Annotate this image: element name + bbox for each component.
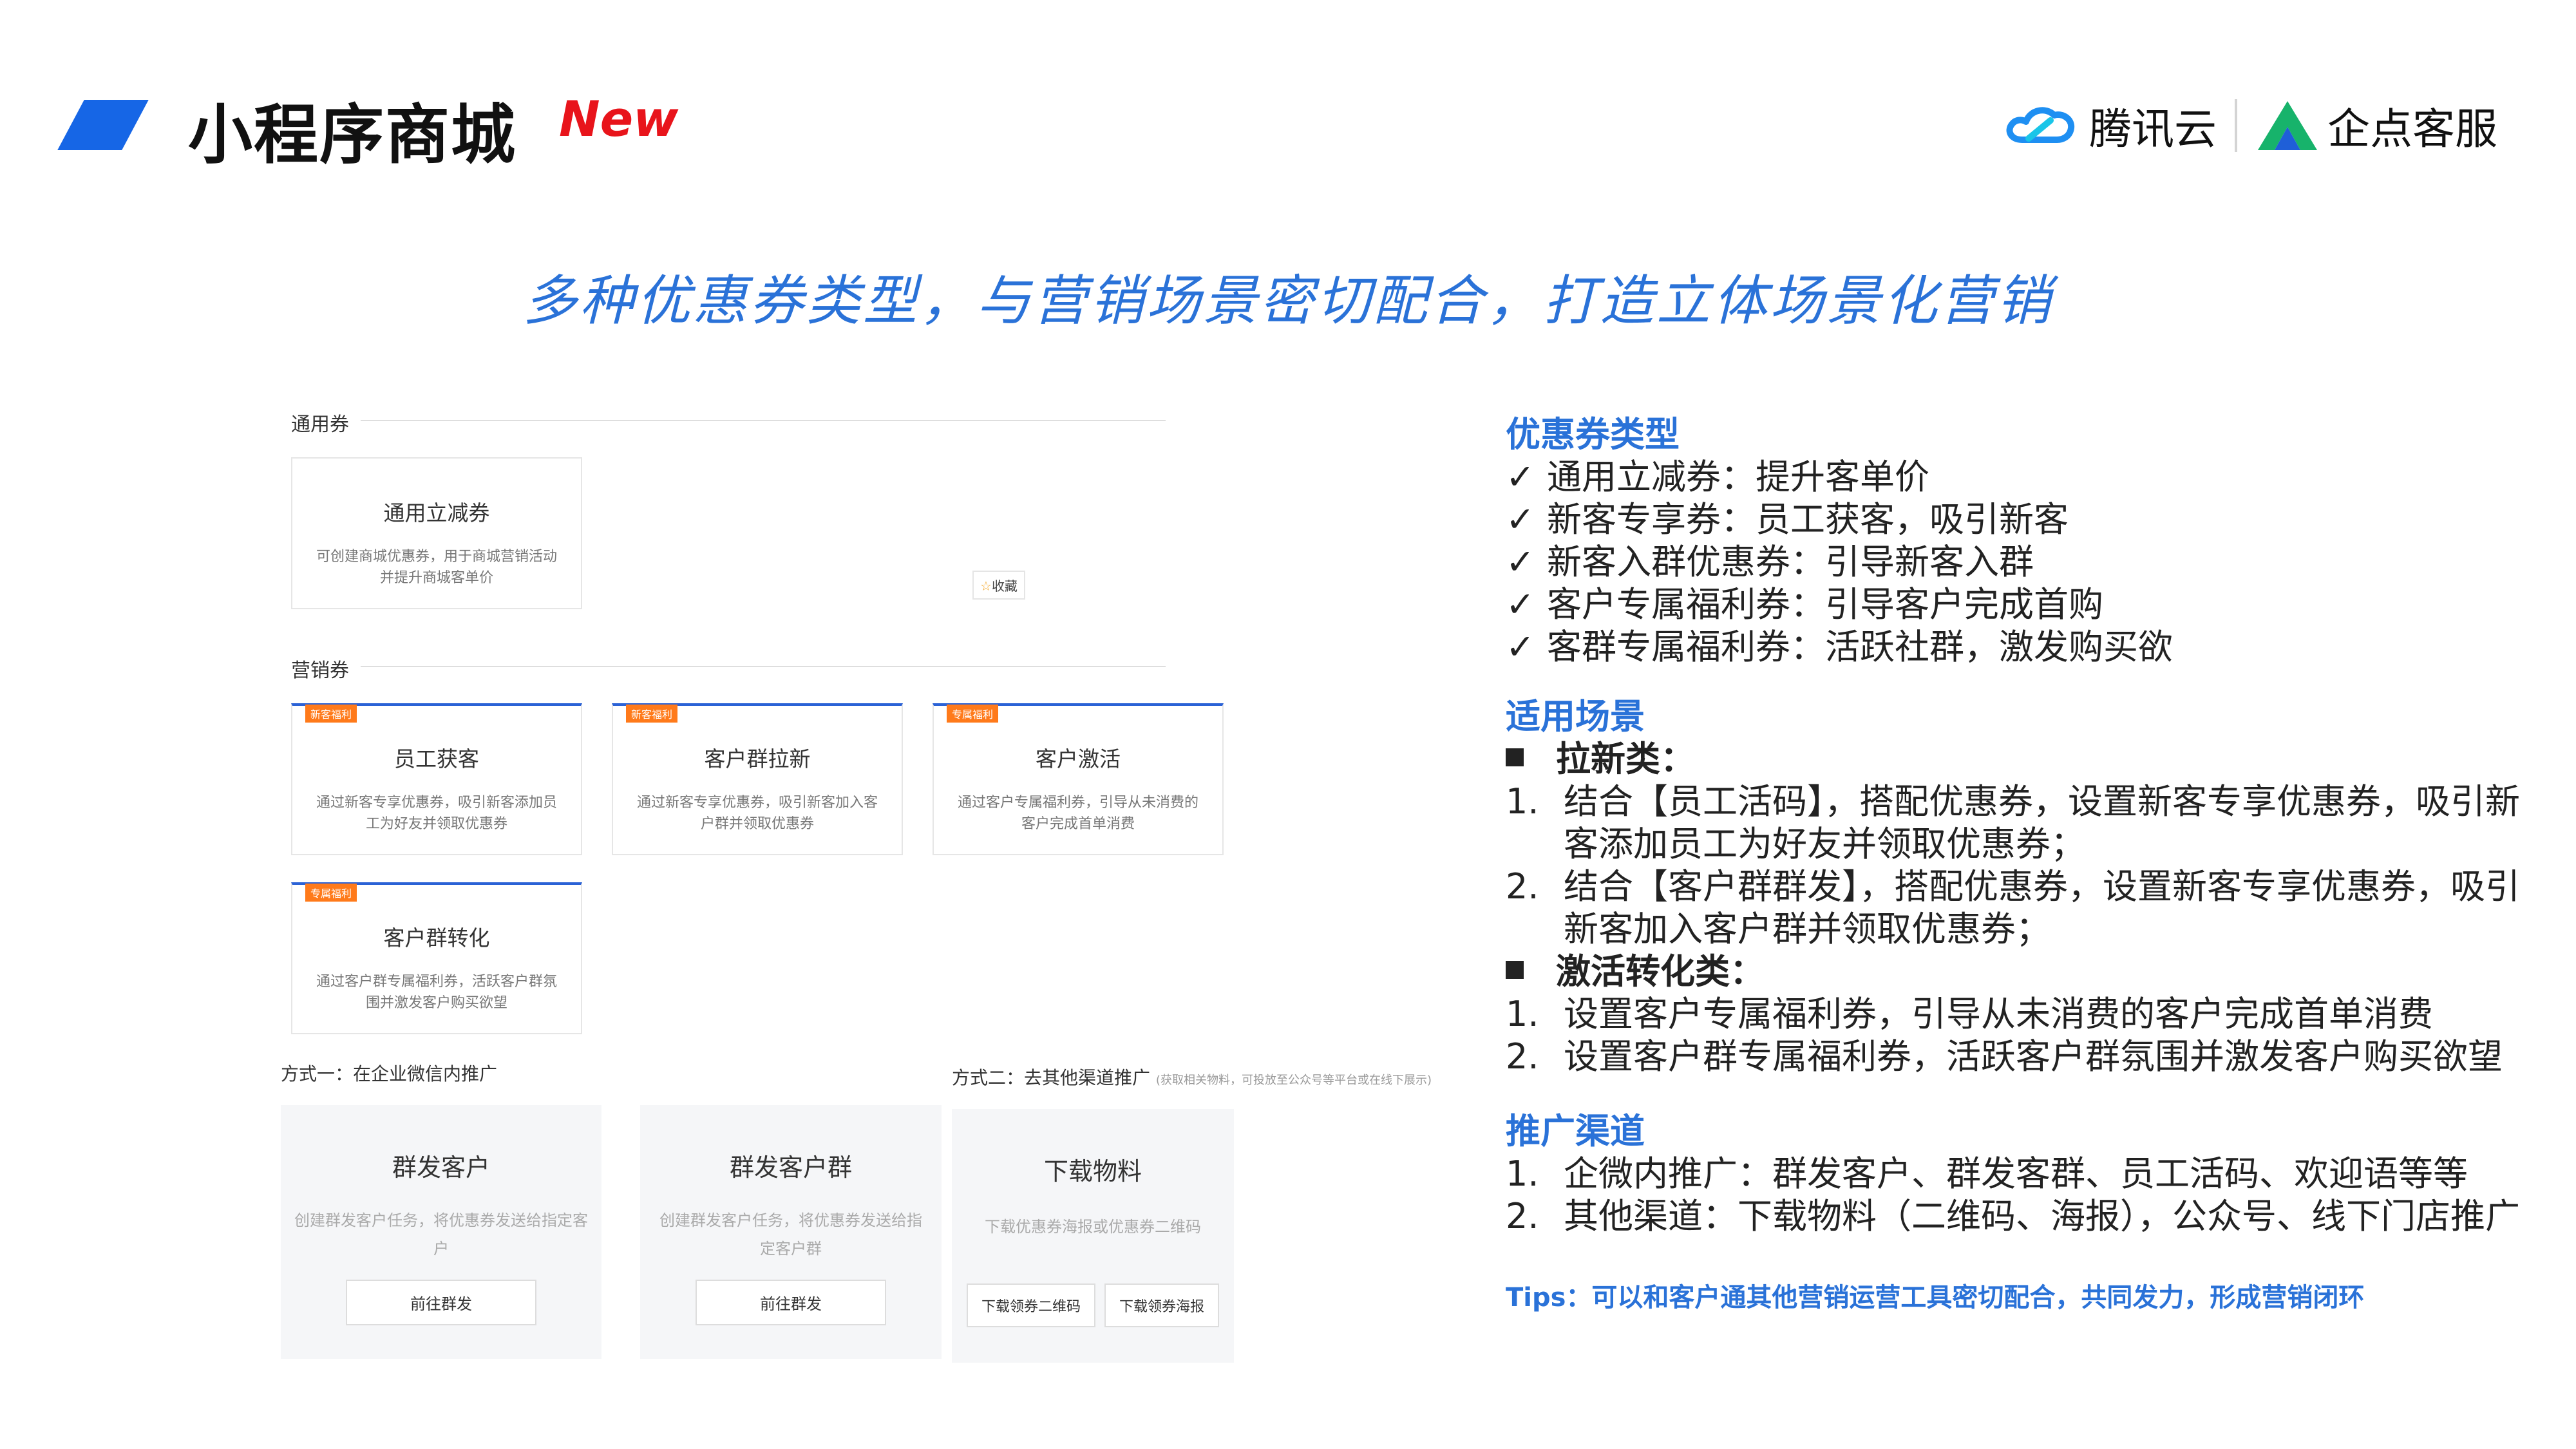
card-desc: 通过客户群专属福利券，活跃客户群氛围并激发客户购买欲望 xyxy=(316,974,557,1011)
tag-badge: 新客福利 xyxy=(626,705,678,723)
tips-text: Tips：可以和客户通其他营销运营工具密切配合，共同发力，形成营销闭环 xyxy=(1506,1283,2365,1312)
section-marketing: 营销券 xyxy=(291,659,349,682)
tag-badge: 专属福利 xyxy=(947,705,999,723)
coupon-item-text: 客群专属福利券：活跃社群，激发购买欲 xyxy=(1547,627,2173,667)
card-desc: 通过新客专享优惠券，吸引新客加入客户群并领取优惠券 xyxy=(636,795,878,832)
tag-badge: 新客福利 xyxy=(305,705,357,723)
square-bullet-icon xyxy=(1506,961,1524,980)
item-number: 2. xyxy=(1506,866,1539,907)
download-buttons: 下载领券二维码 下载领券海报 xyxy=(952,1283,1234,1327)
qidian-icon xyxy=(2258,101,2317,150)
promo-desc: 下载优惠券海报或优惠券二维码 xyxy=(985,1218,1201,1236)
card-title: 员工获客 xyxy=(394,746,479,772)
qidian-logo: 企点客服 xyxy=(2327,104,2497,154)
go-mass-send-button[interactable]: 前往群发 xyxy=(346,1280,536,1325)
method-other-note: (获取相关物料，可投放至公众号等平台或在线下展示) xyxy=(1155,1074,1432,1087)
page-title: 小程序商城 xyxy=(188,97,516,173)
section-divider xyxy=(361,420,1166,421)
card-title: 通用立减券 xyxy=(383,500,490,526)
card-desc: 可创建商城优惠券，用于商城营销活动并提升商城客单价 xyxy=(316,549,557,586)
tencent-cloud-icon xyxy=(2006,107,2075,143)
marketing-card-group-convert[interactable]: 专属福利 客户群转化 通过客户群专属福利券，活跃客户群氛围并激发客户购买欲望 xyxy=(291,882,582,1034)
marketing-card-group-acquire[interactable]: 新客福利 客户群拉新 通过新客专享优惠券，吸引新客加入客户群并领取优惠券 xyxy=(612,703,903,855)
coupon-item: ✓ 客群专属福利券：活跃社群，激发购买欲 xyxy=(1506,618,2173,669)
new-badge: New xyxy=(559,90,679,147)
marketing-card-employee[interactable]: 新客福利 员工获客 通过新客专享优惠券，吸引新客添加员工为好友并领取优惠券 xyxy=(291,703,582,855)
method-wecom-label: 方式一：在企业微信内推广 xyxy=(281,1063,498,1084)
promo-card-mass-group: 群发客户群 创建群发客户任务，将优惠券发送给指定客户群 前往群发 xyxy=(640,1105,942,1359)
brand-stripe-icon xyxy=(57,100,149,150)
download-poster-button[interactable]: 下载领券海报 xyxy=(1104,1283,1219,1327)
go-mass-send-group-button[interactable]: 前往群发 xyxy=(696,1280,886,1325)
promo-title: 群发客户 xyxy=(392,1153,490,1182)
check-icon: ✓ xyxy=(1506,627,1535,667)
channel-text: 其他渠道：下载物料（二维码、海报），公众号、线下门店推广 xyxy=(1564,1196,2520,1236)
square-bullet-icon xyxy=(1506,748,1524,767)
card-title: 客户群转化 xyxy=(383,925,490,951)
promo-card-download: 下载物料 下载优惠券海报或优惠券二维码 下载领券二维码 下载领券海报 xyxy=(952,1109,1234,1363)
method-other-text: 方式二：去其他渠道推广 xyxy=(952,1067,1151,1088)
promo-desc: 创建群发客户任务，将优惠券发送给指定客户群 xyxy=(659,1211,922,1258)
favorite-button[interactable]: ☆收藏 xyxy=(972,571,1025,600)
card-desc: 通过新客专享优惠券，吸引新客添加员工为好友并领取优惠券 xyxy=(316,795,557,832)
tencent-cloud-logo: 腾讯云 xyxy=(2089,104,2217,154)
method-other-label: 方式二：去其他渠道推广 (获取相关物料，可投放至公众号等平台或在线下展示) xyxy=(952,1064,1432,1090)
item-number: 2. xyxy=(1506,1036,1539,1077)
card-desc: 通过客户专属福利券，引导从未消费的客户完成首单消费 xyxy=(957,795,1198,832)
logo-divider xyxy=(2235,99,2237,152)
marketing-card-activate[interactable]: 专属福利 客户激活 通过客户专属福利券，引导从未消费的客户完成首单消费 xyxy=(933,703,1224,855)
scene-item: 2. 设置客户群专属福利券，活跃客户群氛围并激发客户购买欲望 xyxy=(1506,1028,2503,1079)
general-coupon-card[interactable]: 通用立减券 可创建商城优惠券，用于商城营销活动并提升商城客单价 xyxy=(291,457,582,609)
star-icon: ☆ xyxy=(980,578,992,594)
channel-item: 2. 其他渠道：下载物料（二维码、海报），公众号、线下门店推广 xyxy=(1506,1188,2520,1238)
promo-title: 下载物料 xyxy=(1043,1157,1142,1186)
partner-logos: 腾讯云 企点客服 xyxy=(2003,93,2497,158)
item-number: 2. xyxy=(1506,1196,1539,1236)
item-number: 1. xyxy=(1506,781,1539,822)
promo-card-mass-customer: 群发客户 创建群发客户任务，将优惠券发送给指定客户 前往群发 xyxy=(281,1105,601,1359)
subtitle: 多种优惠券类型，与营销场景密切配合，打造立体场景化营销 xyxy=(522,269,2053,332)
card-title: 客户群拉新 xyxy=(704,746,811,772)
section-general: 通用券 xyxy=(291,413,349,436)
favorite-label: 收藏 xyxy=(991,578,1018,594)
section-divider xyxy=(361,666,1166,667)
scene-text: 设置客户群专属福利券，活跃客户群氛围并激发客户购买欲望 xyxy=(1564,1036,2503,1077)
download-qr-button[interactable]: 下载领券二维码 xyxy=(967,1283,1095,1327)
promo-title: 群发客户群 xyxy=(729,1153,852,1182)
tag-badge: 专属福利 xyxy=(305,884,357,902)
promo-desc: 创建群发客户任务，将优惠券发送给指定客户 xyxy=(294,1211,588,1258)
card-title: 客户激活 xyxy=(1036,746,1121,772)
